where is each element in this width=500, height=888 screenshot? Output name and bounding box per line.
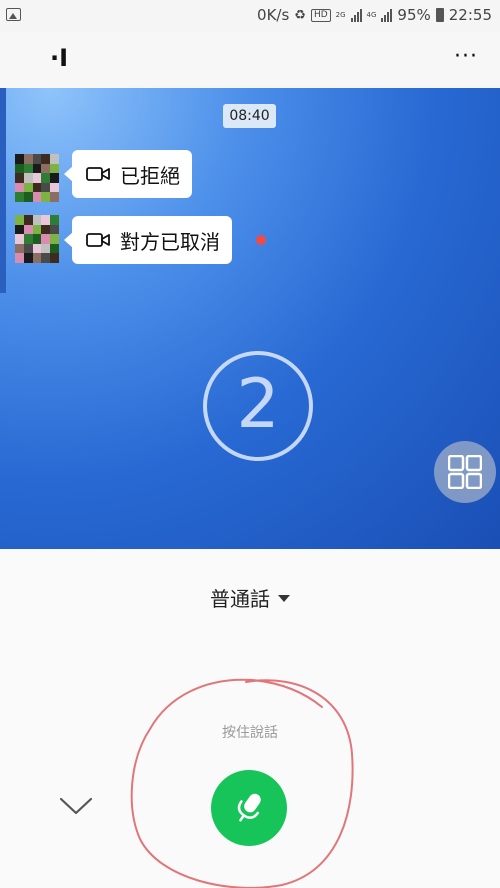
sim1-tag: 2G (335, 10, 346, 19)
signal-icon-2 (381, 8, 393, 22)
message-text: 對方已取消 (120, 229, 220, 254)
status-indicators: 0K/s ♻ HD 2G 4G 95% 22:55 (257, 6, 492, 24)
chat-area[interactable]: 08:40 已拒絕 對方已取消 2 (0, 88, 500, 549)
language-selector[interactable]: 普通話 (0, 583, 500, 612)
sim2-tag: 4G (366, 10, 377, 19)
language-label: 普通話 (210, 587, 270, 611)
more-options-button[interactable]: ··· (454, 44, 478, 69)
microphone-icon (237, 793, 261, 822)
scroll-indicator (0, 88, 6, 293)
grid-icon (448, 455, 482, 489)
battery-icon (435, 8, 444, 22)
message-text: 已拒絕 (120, 163, 180, 188)
clock: 22:55 (448, 6, 492, 24)
message-bubble[interactable]: 對方已取消 (64, 216, 232, 264)
screen: 0K/s ♻ HD 2G 4G 95% 22:55 ·I ··· 08:40 已… (0, 0, 500, 888)
message-timestamp: 08:40 (223, 104, 276, 128)
battery-percent: 95% (397, 6, 431, 24)
collapse-chevron-icon[interactable] (58, 794, 94, 818)
video-camera-icon (86, 167, 110, 181)
message-bubble[interactable]: 已拒絕 (64, 150, 192, 198)
avatar[interactable] (15, 154, 59, 202)
voice-input-panel: 普通話 按住說話 (0, 549, 500, 888)
dropdown-caret-icon (278, 595, 290, 602)
chat-title: ·I (50, 44, 69, 72)
recycle-icon: ♻ (294, 7, 306, 23)
app-bar: ·I ··· (0, 32, 500, 88)
status-bar: 0K/s ♻ HD 2G 4G 95% 22:55 (0, 0, 500, 32)
signal-icon (350, 8, 362, 22)
image-icon (6, 8, 21, 21)
hd-badge: HD (310, 8, 331, 22)
network-speed: 0K/s (257, 6, 290, 24)
watermark-number: 2 (203, 351, 313, 461)
hold-to-talk-hint: 按住說話 (222, 725, 278, 741)
unread-indicator (256, 235, 266, 245)
microphone-button[interactable] (211, 770, 287, 846)
video-camera-icon (86, 233, 110, 247)
grid-menu-button[interactable] (434, 441, 496, 503)
avatar[interactable] (15, 215, 59, 263)
